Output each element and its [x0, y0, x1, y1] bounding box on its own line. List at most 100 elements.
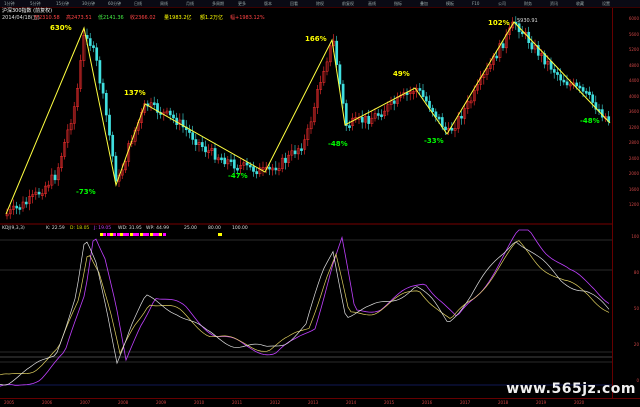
candle-body — [101, 82, 105, 94]
candle-body — [284, 157, 287, 163]
candle-body — [341, 83, 345, 104]
candle-body — [556, 72, 559, 75]
indicator-tick: 50 — [633, 306, 639, 311]
candle-body — [92, 45, 95, 48]
indicator-v2: 80.00 — [208, 226, 221, 231]
candle-body — [245, 162, 249, 166]
candle-body — [450, 128, 454, 131]
candle-body — [274, 167, 278, 171]
quote-change: 幅+1983.12% — [230, 15, 265, 21]
pct-label-5: 166% — [305, 35, 327, 43]
pct-label-6: -48% — [328, 140, 348, 148]
price-axis: 6000 5600 5200 4800 4400 4000 3600 3200 2800 2400… — [612, 8, 640, 398]
indicator-info-bar: KDJ(9,3,3) K: 22.59 D: 18.05 J: 19.05 WD… — [0, 225, 610, 233]
indicator-wd: WD: 31.95 — [118, 226, 142, 231]
candle-body — [421, 90, 425, 97]
candle-body — [581, 87, 585, 92]
candle-body — [578, 85, 582, 89]
candle-body — [495, 55, 499, 59]
indicator-tick: 100 — [631, 234, 639, 239]
candle-body — [268, 166, 271, 170]
candle-body — [95, 47, 99, 61]
candle-body — [15, 205, 19, 209]
pct-label-10: -48% — [580, 117, 600, 125]
candle-body — [530, 42, 534, 50]
candle-body — [562, 79, 566, 83]
indicator-tick: 0 — [636, 378, 639, 383]
candle-body — [194, 139, 198, 145]
price-tick: 4000 — [628, 93, 639, 99]
candle-body — [220, 157, 223, 161]
k-line — [0, 241, 610, 386]
candle-body — [444, 126, 447, 131]
pct-label-9: 102% — [488, 19, 510, 27]
indicator-tick: 80 — [633, 270, 639, 275]
candle-body — [559, 74, 563, 81]
candle-body — [232, 159, 236, 169]
watermark-text: www.565jz.com — [506, 381, 636, 397]
price-tick: 1600 — [628, 186, 639, 192]
price-tick: 6000 — [628, 16, 639, 21]
price-tick: 4800 — [628, 62, 639, 68]
candle-body — [248, 164, 252, 168]
candle-body — [293, 150, 297, 155]
d-line — [0, 240, 610, 376]
price-tick: 5200 — [628, 47, 639, 52]
candle-body — [460, 115, 463, 119]
candle-body — [88, 38, 92, 46]
candle-body — [424, 96, 428, 102]
indicator-k: K: 22.59 — [46, 226, 65, 231]
quote-close: 收2366.02 — [130, 15, 156, 21]
candle-body — [24, 201, 28, 205]
price-tick: 1200 — [628, 202, 639, 207]
pct-label-7: 49% — [393, 70, 410, 78]
quote-high: 高2473.51 — [66, 15, 92, 21]
candle-body — [114, 155, 118, 182]
candle-body — [213, 148, 217, 160]
candle-body — [104, 93, 108, 116]
candle-body — [584, 91, 588, 94]
price-tick: 3200 — [628, 124, 639, 130]
candle-body — [376, 113, 380, 116]
pct-label-8: -33% — [424, 137, 444, 145]
candle-body — [223, 157, 227, 165]
indicator-v1: 25.00 — [184, 226, 197, 231]
candle-body — [152, 102, 156, 106]
j-line — [0, 229, 610, 387]
candle-body — [380, 114, 383, 117]
candle-body — [229, 159, 233, 163]
candle-body — [236, 167, 239, 171]
candle-body — [367, 115, 371, 124]
candle-body — [437, 116, 441, 120]
price-tick: 3600 — [628, 109, 639, 114]
indicator-lines — [0, 229, 612, 387]
candle-body — [552, 69, 556, 73]
candle-body — [418, 88, 422, 91]
candle-body — [191, 132, 195, 140]
quote-info-bar: 沪深300指数 (前复权) 2014/04/18(五) 开2310.58 高24… — [0, 8, 600, 26]
quote-open: 开2310.58 — [34, 15, 60, 21]
candle-body — [111, 134, 115, 157]
pct-label-2: -73% — [76, 188, 96, 196]
pct-label-3: 137% — [124, 89, 146, 97]
candle-body — [501, 43, 505, 49]
candle-body — [204, 146, 207, 153]
chart-canvas[interactable] — [0, 0, 612, 398]
candle-body — [53, 174, 57, 181]
candle-body — [575, 82, 579, 87]
price-tick: 2400 — [628, 155, 639, 161]
candle-body — [565, 81, 569, 86]
candle-body — [338, 64, 342, 85]
indicator-tick: 20 — [633, 342, 639, 347]
indicator-j: J: 19.05 — [94, 226, 112, 231]
candle-body — [37, 191, 41, 195]
signal-markers — [100, 233, 222, 237]
candle-body — [392, 100, 396, 104]
signal-dot — [162, 233, 166, 236]
candle-body — [335, 40, 339, 65]
price-tick: 2800 — [628, 140, 639, 145]
candle-body — [108, 114, 111, 136]
candle-body — [360, 116, 364, 123]
signal-dot — [218, 233, 222, 236]
candlestick-series — [5, 16, 611, 220]
